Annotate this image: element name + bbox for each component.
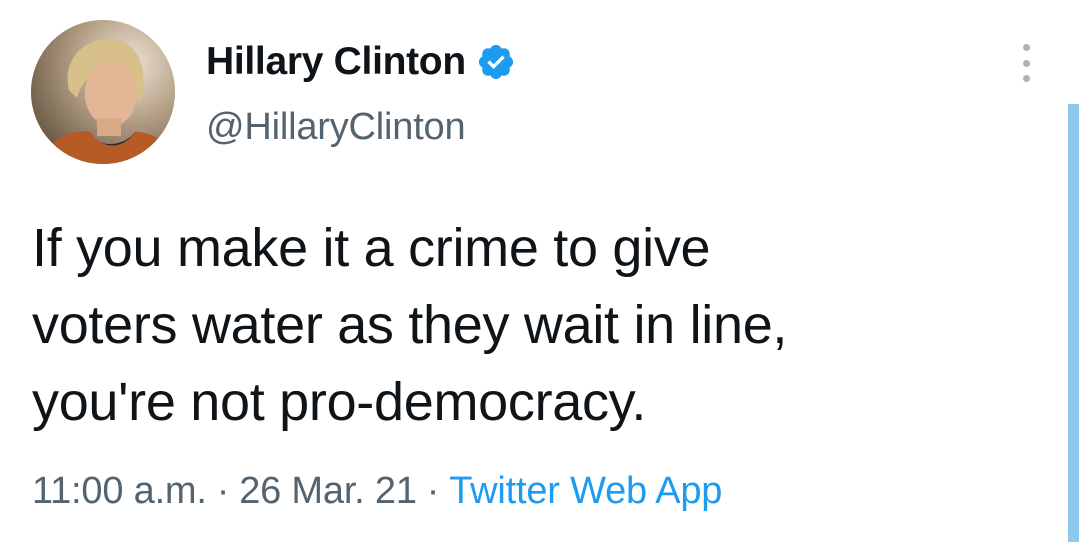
tweet-meta: 11:00 a.m. · 26 Mar. 21 · Twitter Web App <box>32 470 722 513</box>
dot <box>1022 59 1030 67</box>
dot <box>1022 44 1030 51</box>
more-options-icon[interactable] <box>1018 44 1034 82</box>
tweet-text-line: voters water as they wait in line, <box>32 295 788 355</box>
meta-separator: · <box>426 470 440 512</box>
tweet-date[interactable]: 26 Mar. 21 <box>239 470 417 512</box>
profile-photo-icon <box>31 20 175 164</box>
avatar[interactable] <box>31 20 175 164</box>
dot <box>1022 75 1030 82</box>
meta-separator: · <box>216 470 230 512</box>
scrollbar[interactable] <box>1068 104 1079 542</box>
tweet-text: If you make it a crime to give voters wa… <box>32 210 1032 441</box>
tweet-text-line: If you make it a crime to give <box>32 218 711 278</box>
tweet-source-link[interactable]: Twitter Web App <box>449 470 722 512</box>
display-name[interactable]: Hillary Clinton <box>206 40 466 84</box>
author-name-row[interactable]: Hillary Clinton <box>206 40 516 84</box>
tweet-text-line: you're not pro-democracy. <box>32 372 647 432</box>
tweet: Hillary Clinton @HillaryClinton If you m… <box>0 0 1079 542</box>
author-handle[interactable]: @HillaryClinton <box>206 106 466 149</box>
tweet-time[interactable]: 11:00 a.m. <box>32 470 207 512</box>
verified-badge-icon <box>478 44 513 80</box>
